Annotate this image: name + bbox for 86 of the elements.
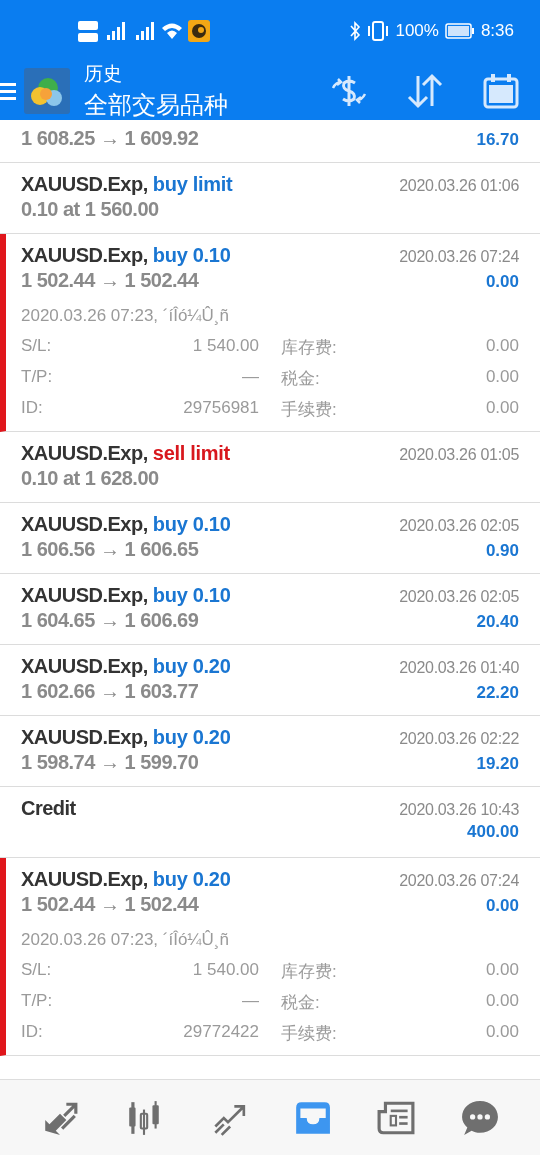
detail-value: 0.00 [485, 336, 519, 357]
detail-label: S/L: [21, 336, 53, 357]
detail-value: 0.00 [485, 960, 519, 981]
deal-time: 2020.03.26 02:05 [399, 517, 519, 535]
deal-profit: 0.90 [485, 541, 519, 561]
detail-value: — [241, 991, 259, 1012]
deal-row[interactable]: XAUUSD.Exp, buy 0.10 2020.03.26 07:24 1 502.44 → 1 502.44 0.00 2020.03.26 07:23, ´íÎó¼Û¸ñ S/L: 1 540.00 库存费: 0.00 T/P: — 税金: 0.00 ID: 29756981 手续费: 0.00 [0, 234, 540, 432]
deal-title: XAUUSD.Exp, buy limit [21, 173, 233, 196]
detail-label: T/P: [21, 991, 54, 1012]
deal-row[interactable]: XAUUSD.Exp, buy 0.20 2020.03.26 07:24 1 502.44 → 1 502.44 0.00 2020.03.26 07:23, ´íÎó¼Û¸ñ S/L: 1 540.00 库存费: 0.00 T/P: — 税金: 0.00 ID: 29772422 手续费: 0.00 [0, 858, 540, 1056]
detail-value: 0.00 [485, 1022, 519, 1043]
deal-prices: 0.10 at 1 628.00 [21, 467, 159, 490]
deal-prices: 0.10 at 1 560.00 [21, 198, 159, 221]
deal-profit: 400.00 [467, 822, 519, 842]
deal-comment: 2020.03.26 07:23, ´íÎó¼Û¸ñ [21, 306, 230, 327]
deal-title: XAUUSD.Exp, buy 0.10 [21, 584, 231, 607]
battery-icon [444, 23, 475, 39]
detail-value: 0.00 [485, 991, 519, 1012]
deal-comment: 2020.03.26 07:23, ´íÎó¼Û¸ñ [21, 930, 230, 951]
detail-label: ID: [21, 398, 44, 419]
wifi-icon [161, 22, 183, 40]
deal-title: XAUUSD.Exp, sell limit [21, 442, 230, 465]
deal-prices: 1 604.65 → 1 606.69 [21, 609, 199, 632]
deal-row[interactable]: XAUUSD.Exp, buy 0.10 2020.03.26 02:05 1 606.56 → 1 606.65 0.90 [0, 503, 540, 574]
vibrate-icon [367, 21, 390, 41]
deal-title: Credit [21, 797, 76, 820]
deal-row[interactable]: XAUUSD.Exp, buy limit 2020.03.26 01:06 0.10 at 1 560.00 [0, 163, 540, 234]
deal-title: XAUUSD.Exp, buy 0.10 [21, 513, 231, 536]
deal-row[interactable]: XAUUSD.Exp, sell limit 2020.03.26 01:05 0.10 at 1 628.00 [0, 432, 540, 503]
chat-icon[interactable] [461, 1098, 499, 1137]
deal-profit: 22.20 [476, 683, 519, 703]
deal-profit: 0.00 [485, 896, 519, 916]
detail-label: T/P: [21, 367, 54, 388]
hd-icon [78, 20, 98, 42]
detail-label: 手续费: [280, 1023, 338, 1045]
deal-row[interactable]: 1 608.25 → 1 609.92 16.70 [0, 120, 540, 163]
deal-prices: 1 602.66 → 1 603.77 [21, 680, 199, 703]
detail-value: 29756981 [182, 398, 259, 419]
detail-label: 税金: [280, 992, 321, 1014]
deal-time: 2020.03.26 02:05 [399, 588, 519, 606]
deal-time: 2020.03.26 07:24 [399, 872, 519, 890]
symbol-filter[interactable]: 全部交易品种 [84, 89, 330, 121]
clock-time: 8:36 [480, 21, 514, 41]
deal-title: XAUUSD.Exp, buy 0.20 [21, 868, 231, 891]
deal-time: 2020.03.26 07:24 [399, 248, 519, 266]
deal-time: 2020.03.26 10:43 [399, 801, 519, 819]
deal-time: 2020.03.26 02:22 [399, 730, 519, 748]
detail-value: 0.00 [485, 367, 519, 388]
app-logo-icon [24, 68, 70, 114]
deal-row[interactable]: XAUUSD.Exp, buy 0.10 2020.03.26 02:05 1 604.65 → 1 606.69 20.40 [0, 574, 540, 645]
deal-row[interactable]: Credit 2020.03.26 10:43 400.00 [0, 787, 540, 858]
detail-value: 1 540.00 [191, 960, 259, 981]
deal-time: 2020.03.26 01:40 [399, 659, 519, 677]
bluetooth-icon [349, 21, 362, 41]
menu-icon[interactable] [0, 81, 16, 101]
deal-prices: 1 606.56 → 1 606.65 [21, 538, 199, 561]
deal-prices: 1 502.44 → 1 502.44 [21, 893, 199, 916]
detail-value: 0.00 [485, 398, 519, 419]
battery-level: 100% [395, 21, 439, 41]
detail-value: 29772422 [182, 1022, 259, 1043]
detail-label: S/L: [21, 960, 53, 981]
deal-prices: 1 502.44 → 1 502.44 [21, 269, 199, 292]
deal-prices: 1 598.74 → 1 599.70 [21, 751, 199, 774]
screen-title: 历史 [84, 62, 123, 86]
detail-value: 1 540.00 [191, 336, 259, 357]
deal-profit: 20.40 [476, 612, 519, 632]
detail-label: 库存费: [280, 337, 338, 359]
deal-profit: 16.70 [476, 130, 519, 150]
deal-title: XAUUSD.Exp, buy 0.20 [21, 726, 231, 749]
detail-label: 库存费: [280, 961, 338, 983]
detail-label: 税金: [280, 368, 321, 390]
deal-profit: 0.00 [485, 272, 519, 292]
deal-profit: 19.20 [476, 754, 519, 774]
deal-title: XAUUSD.Exp, buy 0.20 [21, 655, 231, 678]
calendar-icon[interactable] [482, 72, 520, 110]
detail-value: — [241, 367, 259, 388]
deal-time: 2020.03.26 01:06 [399, 177, 519, 195]
deal-row[interactable]: XAUUSD.Exp, buy 0.20 2020.03.26 02:22 1 598.74 → 1 599.70 19.20 [0, 716, 540, 787]
deal-row[interactable]: XAUUSD.Exp, buy 0.20 2020.03.26 01:40 1 602.66 → 1 603.77 22.20 [0, 645, 540, 716]
sort-icon[interactable] [406, 72, 444, 110]
app-notification-icon [188, 20, 210, 42]
deal-time: 2020.03.26 01:05 [399, 446, 519, 464]
detail-label: ID: [21, 1022, 44, 1043]
deal-prices: 1 608.25 → 1 609.92 [21, 127, 199, 150]
detail-label: 手续费: [280, 399, 338, 421]
deal-title: XAUUSD.Exp, buy 0.10 [21, 244, 231, 267]
